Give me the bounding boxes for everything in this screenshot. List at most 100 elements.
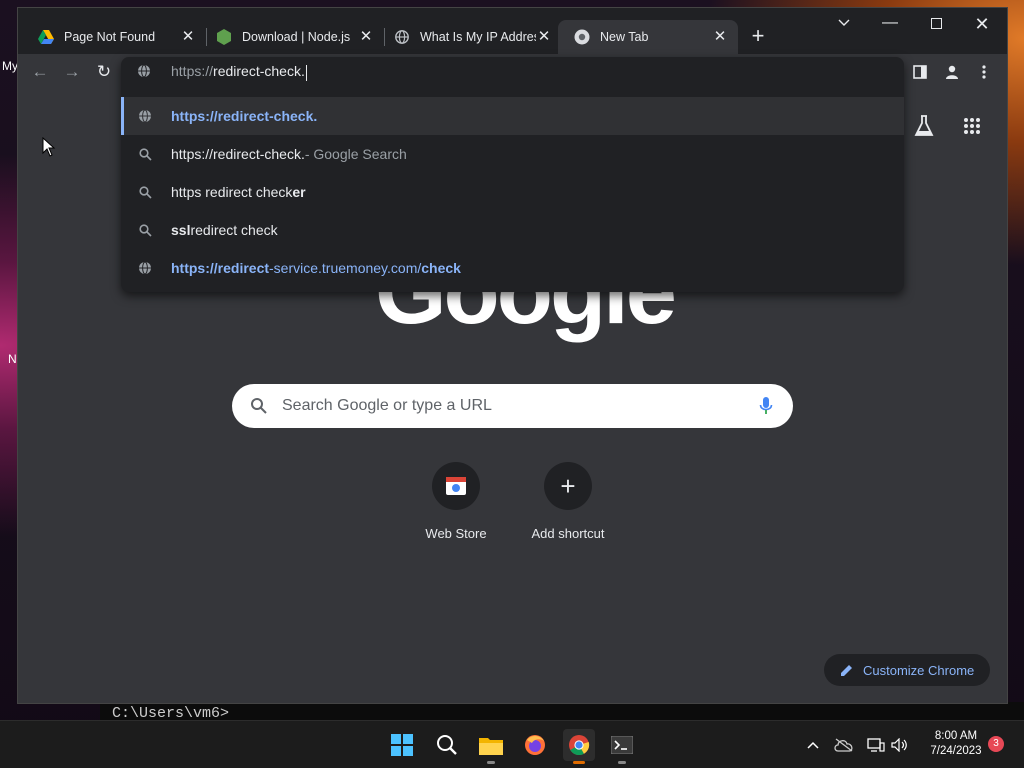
maximize-button[interactable]: [916, 14, 956, 40]
pencil-icon: [841, 664, 852, 676]
customize-label: Customize Chrome: [863, 662, 975, 678]
google-apps-button[interactable]: [958, 112, 986, 140]
suggestion-match: ssl: [171, 222, 191, 238]
suggestion-match: er: [292, 184, 306, 200]
chrome-taskbar-button[interactable]: [563, 729, 595, 764]
search-placeholder: Search Google or type a URL: [282, 397, 492, 414]
microphone-icon: [759, 397, 773, 414]
new-tab-button[interactable]: +: [746, 25, 770, 49]
omnibox-dropdown: https://redirect-check. https://redirect…: [121, 57, 904, 292]
nodejs-icon: [216, 29, 232, 45]
chrome-window: Page Not Found ✕ Download | Node.js ✕ Wh…: [18, 8, 1007, 703]
firefox-icon: [525, 735, 545, 755]
profile-button[interactable]: [938, 58, 966, 86]
clock-date: 7/24/2023: [930, 745, 982, 757]
reload-button[interactable]: ↻: [90, 58, 118, 86]
volume-button[interactable]: [890, 735, 910, 755]
suggestion-search[interactable]: https://redirect-check. - Google Search: [121, 135, 904, 173]
shortcut-add[interactable]: + Add shortcut: [512, 462, 624, 541]
mouse-cursor-icon: [42, 137, 56, 157]
close-icon[interactable]: ✕: [180, 29, 196, 45]
show-hidden-icons-button[interactable]: [803, 735, 823, 755]
back-button[interactable]: ←: [26, 58, 54, 86]
shortcut-web-store[interactable]: Web Store: [400, 462, 512, 541]
folder-icon: [479, 738, 503, 755]
title-bar: Page Not Found ✕ Download | Node.js ✕ Wh…: [18, 8, 1007, 54]
start-button[interactable]: [386, 729, 418, 761]
terminal-taskbar-button[interactable]: [606, 729, 638, 764]
onedrive-button[interactable]: [834, 735, 854, 755]
flask-icon: [914, 115, 934, 136]
tab-search-button[interactable]: [824, 14, 864, 40]
close-icon[interactable]: ✕: [358, 29, 374, 45]
speaker-icon: [891, 738, 907, 752]
maximize-icon: [930, 18, 942, 29]
system-clock[interactable]: 8:00 AM 7/24/2023: [918, 729, 994, 759]
desktop-icon-label[interactable]: My: [2, 59, 18, 73]
profile-icon: [946, 65, 958, 79]
suggestion-url[interactable]: https://redirect-service.truemoney.com/c…: [121, 249, 904, 287]
plus-icon: +: [544, 462, 592, 510]
suggestion-text: -service.truemoney.com/: [269, 260, 422, 276]
suggestion-match: check: [421, 260, 461, 276]
forward-button[interactable]: →: [58, 58, 86, 86]
globe-icon: [394, 29, 410, 45]
suggestion-search[interactable]: https redirect check er: [121, 173, 904, 211]
tab-title: What Is My IP Address: [420, 30, 536, 44]
desktop-icon-label[interactable]: N: [8, 352, 17, 366]
shortcut-label: Add shortcut: [531, 526, 605, 541]
globe-icon: [137, 260, 153, 276]
terminal-icon: [611, 736, 633, 754]
text-cursor: [305, 64, 307, 81]
labs-button[interactable]: [910, 112, 938, 140]
search-icon: [437, 735, 457, 755]
chrome-icon: [569, 735, 590, 756]
web-store-icon: [432, 462, 480, 510]
suggestion-match: https://redirect-check.: [171, 108, 318, 124]
chevron-up-icon: [807, 741, 819, 749]
suggestion-match: https://redirect: [171, 260, 270, 276]
tab-page-not-found[interactable]: Page Not Found ✕: [22, 20, 206, 54]
tab-what-is-my-ip[interactable]: What Is My IP Address ✕: [378, 20, 562, 54]
taskbar: [0, 720, 1024, 768]
firefox-button[interactable]: [519, 729, 551, 761]
minimize-button[interactable]: —: [870, 14, 910, 40]
network-icon: [867, 738, 885, 752]
suggestion-text: https://redirect-check.: [171, 146, 305, 162]
suggestion-url[interactable]: https://redirect-check.: [121, 97, 904, 135]
globe-icon: [137, 64, 153, 80]
close-window-button[interactable]: ✕: [962, 14, 1002, 40]
apps-grid-icon: [964, 118, 980, 134]
search-icon: [137, 146, 153, 162]
tab-title: New Tab: [600, 30, 649, 44]
kebab-menu-icon: [982, 65, 986, 79]
address-bar[interactable]: https://redirect-check.: [121, 57, 904, 87]
suggestion-search[interactable]: ssl redirect check: [121, 211, 904, 249]
side-panel-icon: [913, 65, 927, 79]
voice-search-button[interactable]: [759, 396, 773, 421]
tab-new-tab[interactable]: New Tab ✕: [558, 20, 738, 54]
chrome-icon: [574, 29, 590, 45]
suggestion-text: https redirect check: [171, 184, 293, 200]
active-indicator: [573, 761, 585, 764]
google-drive-icon: [38, 29, 54, 45]
suggestion-text: redirect check: [190, 222, 278, 238]
search-taskbar-button[interactable]: [431, 729, 463, 761]
close-icon[interactable]: ✕: [712, 29, 728, 45]
ntp-search-box[interactable]: Search Google or type a URL: [232, 384, 793, 428]
network-button[interactable]: [866, 735, 886, 755]
chevron-down-icon: [838, 19, 850, 26]
menu-button[interactable]: [970, 58, 998, 86]
shortcut-label: Web Store: [425, 526, 487, 541]
file-explorer-button[interactable]: [475, 729, 507, 764]
side-panel-button[interactable]: [906, 58, 934, 86]
globe-icon: [137, 108, 153, 124]
search-icon: [251, 398, 267, 414]
customize-chrome-button[interactable]: Customize Chrome: [824, 654, 990, 686]
suggestion-suffix: - Google Search: [304, 146, 407, 162]
tab-download-nodejs[interactable]: Download | Node.js ✕: [200, 20, 384, 54]
close-icon[interactable]: ✕: [536, 29, 552, 45]
notification-badge[interactable]: 3: [988, 736, 1004, 752]
tab-title: Page Not Found: [64, 30, 156, 44]
url-scheme: https://: [171, 63, 214, 80]
